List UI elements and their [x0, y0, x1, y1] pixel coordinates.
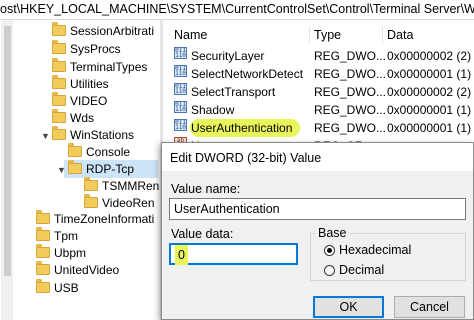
- folder-icon: [52, 92, 66, 106]
- dword-value-icon: 011 110: [174, 65, 187, 77]
- chevron-down-icon[interactable]: ▼: [41, 131, 50, 141]
- tree-item[interactable]: USB: [36, 279, 79, 297]
- edit-dword-dialog: Edit DWORD (32-bit) Value Value name: Us…: [161, 142, 474, 320]
- cancel-button[interactable]: Cancel: [394, 296, 465, 318]
- folder-icon: [52, 109, 66, 123]
- base-label: Base: [315, 226, 350, 240]
- column-header-name[interactable]: Name: [174, 26, 207, 44]
- tree-item-rdp-tcp[interactable]: RDP-Tcp: [64, 160, 159, 178]
- value-data-input[interactable]: 0: [169, 243, 298, 265]
- table-row-userauthentication[interactable]: 011 110 UserAuthentication REG_DWO... 0x0…: [163, 119, 474, 137]
- folder-icon: [52, 40, 66, 54]
- folder-icon: [52, 75, 66, 89]
- tree-item[interactable]: SysProcs: [52, 40, 121, 58]
- table-row[interactable]: 011 110 Shadow REG_DWO... 0x00000001 (1): [163, 101, 474, 119]
- address-path: ost\HKEY_LOCAL_MACHINE\SYSTEM\CurrentCon…: [0, 2, 474, 16]
- table-row[interactable]: 011 110 SelectTransport REG_DWO... 0x0000…: [163, 83, 474, 101]
- tree-item[interactable]: SessionArbitrati: [52, 22, 154, 40]
- column-header-type[interactable]: Type: [314, 26, 341, 44]
- folder-icon: [36, 244, 50, 258]
- address-bar[interactable]: ost\HKEY_LOCAL_MACHINE\SYSTEM\CurrentCon…: [0, 0, 474, 20]
- scrollbar-thumb[interactable]: [4, 26, 11, 276]
- dword-value-icon: 011 110: [174, 83, 187, 95]
- tree-item[interactable]: UnitedVideo: [36, 261, 119, 279]
- value-data-label: Value data:: [171, 227, 234, 241]
- folder-icon: [84, 177, 98, 191]
- folder-icon: [52, 22, 66, 36]
- value-name-field[interactable]: UserAuthentication: [169, 198, 466, 220]
- tree-item[interactable]: TSMMRen: [84, 177, 159, 195]
- tree-item[interactable]: Utilities: [52, 75, 109, 93]
- folder-icon: [68, 143, 82, 157]
- folder-icon: [52, 58, 66, 72]
- column-header-data[interactable]: Data: [387, 26, 413, 44]
- tree-item[interactable]: Ubpm: [36, 244, 86, 262]
- dword-value-icon: 011 110: [174, 101, 187, 113]
- dword-value-icon: 011 110: [174, 47, 187, 59]
- ok-button[interactable]: OK: [313, 296, 384, 318]
- tree-item-winstations[interactable]: WinStations: [52, 126, 134, 144]
- decimal-label[interactable]: Decimal: [339, 263, 384, 277]
- folder-icon: [36, 227, 50, 241]
- tree-item[interactable]: Tpm: [36, 227, 78, 245]
- folder-icon: [36, 261, 50, 275]
- folder-icon: [52, 126, 66, 140]
- table-row[interactable]: 011 110 SecurityLayer REG_DWO... 0x000000…: [163, 47, 474, 65]
- tree-item[interactable]: Wds: [52, 109, 94, 127]
- column-divider[interactable]: [309, 26, 310, 44]
- value-name-label: Value name:: [171, 182, 241, 196]
- table-row[interactable]: 011 110 SelectNetworkDetect REG_DWO... 0x…: [163, 65, 474, 83]
- decimal-radio[interactable]: [324, 265, 335, 276]
- dialog-titlebar[interactable]: Edit DWORD (32-bit) Value: [162, 143, 473, 171]
- hexadecimal-radio[interactable]: [324, 245, 335, 256]
- tree-item[interactable]: TimeZoneInformati: [36, 210, 154, 228]
- hexadecimal-label[interactable]: Hexadecimal: [339, 243, 411, 257]
- tree-item[interactable]: Console: [68, 143, 130, 161]
- registry-tree[interactable]: SessionArbitrati SysProcs TerminalTypes …: [0, 20, 160, 320]
- folder-icon: [84, 194, 98, 208]
- highlighted-value-name: UserAuthentication: [190, 119, 301, 137]
- column-divider[interactable]: [382, 26, 383, 44]
- dword-value-icon: 011 110: [174, 119, 187, 131]
- tree-item[interactable]: TerminalTypes: [52, 58, 147, 76]
- folder-icon: [36, 210, 50, 224]
- folder-icon: [36, 279, 50, 293]
- tree-item[interactable]: VIDEO: [52, 92, 107, 110]
- dialog-title: Edit DWORD (32-bit) Value: [170, 151, 322, 165]
- folder-icon: [68, 160, 82, 174]
- tree-scrollbar[interactable]: [1, 20, 13, 320]
